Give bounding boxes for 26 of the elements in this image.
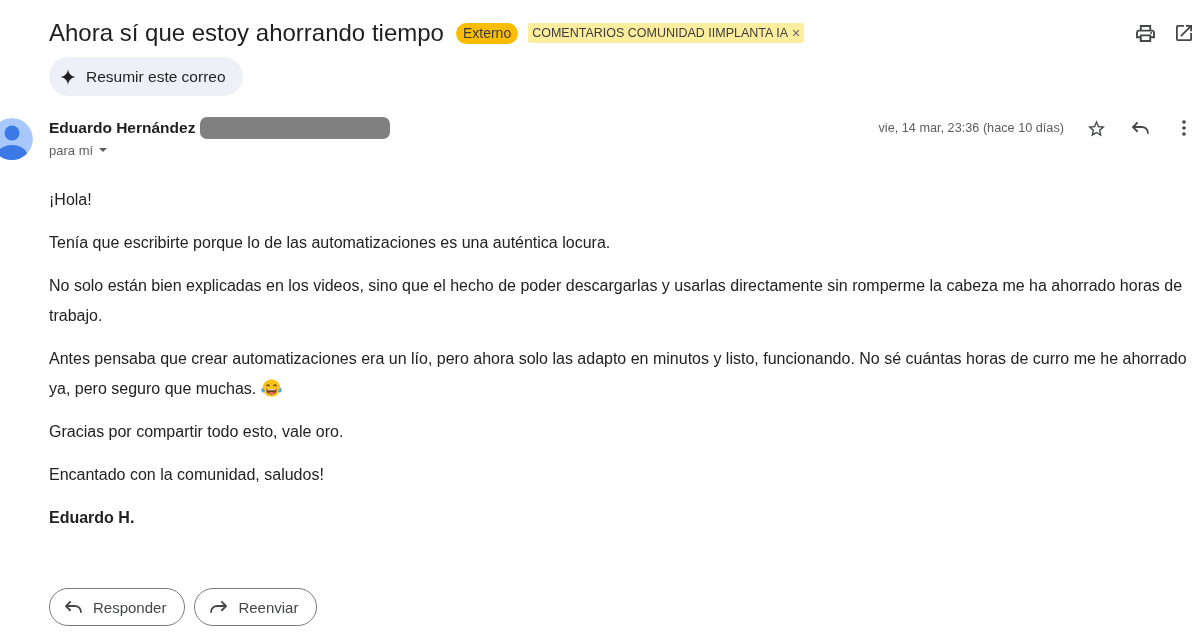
reply-icon[interactable]: [1131, 121, 1149, 135]
forward-button[interactable]: Reenviar: [194, 588, 318, 626]
message-paragraph: Encantado con la comunidad, saludos!: [49, 465, 325, 485]
more-options-icon[interactable]: [1182, 120, 1186, 136]
recipient-dropdown[interactable]: para mí: [49, 140, 108, 160]
signature: Eduardo H.: [49, 508, 136, 528]
avatar-icon: [0, 118, 33, 160]
sparkle-icon: [60, 68, 76, 85]
summarize-button[interactable]: Resumir este correo: [49, 57, 243, 96]
reply-button[interactable]: Responder: [49, 588, 186, 626]
reply-icon: [65, 600, 82, 614]
laughing-tears-emoji-icon: [261, 378, 283, 398]
label-name: COMENTARIOS COMUNIDAD IIMPLANTA IA: [532, 26, 788, 40]
message-paragraph: Gracias por compartir todo esto, vale oro.: [49, 422, 345, 442]
forward-icon: [210, 600, 228, 614]
message-paragraph-line: ya, pero seguro que muchas.: [49, 380, 257, 397]
message-paragraph: ¡Hola!: [49, 190, 93, 210]
sender-name: Eduardo Hernández: [49, 119, 196, 137]
caret-icon: [99, 148, 108, 152]
sent-date: vie, 14 mar, 23:36 (hace 10 días): [878, 121, 1064, 135]
message-paragraph: No solo están bien explicadas en los videos, sino que el hecho de poder descargarlas y usarlas directamente sin romperme la cabeza me ha ahorrado horas de trabajo.: [49, 276, 1184, 326]
message-paragraph-line: Antes pensaba que crear automatizaciones era un lío, pero ahora solo las adapto en minutos y listo, funcionando. No sé cuántas horas de curro me he ahorrado: [49, 350, 1187, 367]
email-subject: Ahora sí que estoy ahorrando tiempo: [49, 18, 444, 48]
message-paragraph: Tenía que escribirte porque lo de las automatizaciones es una auténtica locura.: [49, 233, 612, 253]
external-sender-tag: Externo: [455, 22, 519, 44]
remove-label-button[interactable]: ×: [792, 24, 801, 42]
